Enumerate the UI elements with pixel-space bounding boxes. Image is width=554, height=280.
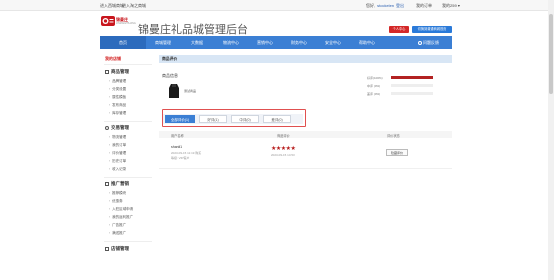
chart-icon bbox=[105, 181, 109, 186]
rating-mid-label: 中评 (0%) bbox=[367, 84, 381, 88]
store-icon bbox=[105, 246, 109, 251]
sidebar-divider bbox=[104, 121, 152, 122]
greeting-text: 您好, bbox=[366, 3, 376, 8]
review-date: 2023-09-15 14:53 bbox=[271, 153, 295, 157]
site-header: 锦曼庄 JINMANZHUANG 锦曼庄礼品城管理后台 个人中心 切换到普通商城… bbox=[100, 16, 452, 38]
nav-item-logistics[interactable]: 物流中心 bbox=[214, 36, 248, 49]
sidebar-item-stock[interactable]: 库存管理 bbox=[109, 111, 126, 116]
sidebar-item-history[interactable]: 历史订单 bbox=[109, 159, 126, 164]
tab-all-reviews[interactable]: 全部评价(1) bbox=[165, 115, 195, 123]
gear-icon bbox=[105, 125, 109, 130]
sidebar-group-trade[interactable]: 交易管理 bbox=[105, 125, 129, 131]
sidebar-item-brand[interactable]: 品牌管理 bbox=[109, 79, 126, 84]
sidebar-group-goods[interactable]: 商品管理 bbox=[105, 69, 129, 75]
sidebar: 我的店铺 商品管理 品牌管理 分类设置 属性模板 发布商品 库存管理 交易管理 … bbox=[100, 53, 152, 280]
purchase-date: 2023-09-15 11:19 购买 bbox=[171, 151, 202, 155]
scrollbar-thumb[interactable] bbox=[549, 14, 553, 94]
my-store-dropdown[interactable]: 我的259 ▾ bbox=[442, 3, 460, 8]
product-name[interactable]: 测试商品 bbox=[184, 89, 196, 93]
table-header: 用户名称 商品评价 评价状态 bbox=[159, 131, 452, 138]
rating-bad-bar bbox=[391, 92, 433, 95]
sidebar-group-promo[interactable]: 推广营销 bbox=[105, 181, 129, 187]
section-header: 商品评价 bbox=[159, 55, 452, 63]
sidebar-item-orders[interactable]: 我的订单 bbox=[109, 143, 126, 148]
user-center-button[interactable]: 个人中心 bbox=[389, 26, 409, 33]
nav-item-home[interactable]: 首页 bbox=[100, 36, 146, 49]
nav-item-mall[interactable]: 商城管理 bbox=[146, 36, 180, 49]
sidebar-current-store[interactable]: 我的店铺 bbox=[105, 56, 121, 62]
topbar-user-area: 您好, stockelen 登出 我的订单 我的259 ▾ bbox=[366, 3, 460, 9]
sidebar-divider bbox=[104, 241, 152, 242]
topbar-link-2[interactable]: 进入淘之商城 bbox=[122, 3, 146, 9]
tab-bad-reviews[interactable]: 差评(0) bbox=[263, 115, 291, 123]
main-nav: 首页 商城管理 大数据 物流中心 营销中心 财务中心 安全中心 帮助中心 问题反… bbox=[100, 36, 452, 49]
col-user: 用户名称 bbox=[171, 133, 184, 138]
sidebar-item-logistics[interactable]: 物流管理 bbox=[109, 135, 126, 140]
main-content: 商品评价 商品信息 测试商品 好评(100%) 中评 (0%) 差评 (0%) … bbox=[159, 53, 452, 280]
col-review: 商品评价 bbox=[277, 133, 290, 138]
product-image[interactable] bbox=[168, 83, 180, 99]
sidebar-item-publish[interactable]: 发布商品 bbox=[109, 103, 126, 108]
switch-mall-button[interactable]: 切换到普通商城首页 bbox=[412, 26, 452, 33]
sidebar-item-rebate[interactable]: 我的返利推广 bbox=[109, 215, 133, 220]
logout-link[interactable]: 登出 bbox=[396, 3, 404, 8]
sidebar-item-category[interactable]: 分类设置 bbox=[109, 87, 126, 92]
hide-review-button[interactable]: 隐藏评价 bbox=[386, 149, 408, 156]
review-user: shanli1 bbox=[171, 145, 183, 149]
nav-item-finance[interactable]: 财务中心 bbox=[282, 36, 316, 49]
sidebar-divider bbox=[104, 64, 152, 65]
section-title: 商品评价 bbox=[162, 57, 178, 61]
sidebar-group-label: 交易管理 bbox=[111, 125, 129, 130]
tab-mid-reviews[interactable]: 中评(0) bbox=[231, 115, 259, 123]
sidebar-item-recommend[interactable]: 推荐模块 bbox=[109, 191, 126, 196]
sidebar-item-income[interactable]: 收入记录 bbox=[109, 167, 126, 172]
nav-item-bigdata[interactable]: 大数据 bbox=[180, 36, 214, 49]
top-bar: 进入西城商城 进入淘之商城 您好, stockelen 登出 我的订单 我的259 ▾ bbox=[0, 0, 554, 11]
nav-item-security[interactable]: 安全中心 bbox=[316, 36, 350, 49]
sidebar-item-attr[interactable]: 属性模板 bbox=[109, 95, 126, 100]
nav-item-help[interactable]: 帮助中心 bbox=[350, 36, 384, 49]
sidebar-group-store[interactable]: 店铺管理 bbox=[105, 246, 129, 252]
table-row: shanli1 2023-09-15 11:19 购买 等级: VIP客户 ★★… bbox=[159, 143, 452, 169]
rating-good-bar bbox=[391, 76, 433, 79]
sidebar-divider bbox=[104, 177, 152, 178]
page-title: 锦曼庄礼品城管理后台 bbox=[138, 24, 248, 36]
col-status: 评价状态 bbox=[387, 133, 400, 138]
feedback-link[interactable]: 问题反馈 bbox=[418, 36, 439, 49]
rating-good-fill bbox=[391, 76, 433, 79]
sidebar-item-ads[interactable]: 广告推广 bbox=[109, 223, 126, 228]
box-icon bbox=[105, 69, 109, 74]
sidebar-item-region[interactable]: 入驻区域申请 bbox=[109, 207, 133, 212]
logo-subtext: JINMANZHUANG bbox=[116, 22, 136, 25]
user-level: 等级: VIP客户 bbox=[171, 156, 190, 160]
rating-bad-label: 差评 (0%) bbox=[367, 92, 381, 96]
product-info-label: 商品信息 bbox=[162, 73, 178, 78]
rating-good-label: 好评(100%) bbox=[367, 76, 383, 80]
rating-mid-bar bbox=[391, 84, 433, 87]
feedback-label: 问题反馈 bbox=[423, 40, 439, 45]
question-icon bbox=[418, 40, 422, 45]
sidebar-item-reviews[interactable]: 评价管理 bbox=[109, 151, 126, 156]
topbar-link-1[interactable]: 进入西城商城 bbox=[100, 3, 124, 9]
username-link[interactable]: stockelen bbox=[377, 3, 394, 8]
sidebar-group-label: 推广营销 bbox=[111, 181, 129, 186]
nav-item-marketing[interactable]: 营销中心 bbox=[248, 36, 282, 49]
sidebar-item-coupon[interactable]: 优惠券 bbox=[109, 199, 123, 204]
tab-good-reviews[interactable]: 好评(1) bbox=[199, 115, 227, 123]
sidebar-group-label: 商品管理 bbox=[111, 69, 129, 74]
sidebar-item-gift[interactable]: 满送推广 bbox=[109, 231, 126, 236]
star-rating: ★★★★★ bbox=[271, 146, 296, 152]
my-order-link[interactable]: 我的订单 bbox=[416, 3, 432, 8]
brand-logo[interactable] bbox=[101, 16, 115, 26]
sidebar-group-label: 店铺管理 bbox=[111, 246, 129, 251]
